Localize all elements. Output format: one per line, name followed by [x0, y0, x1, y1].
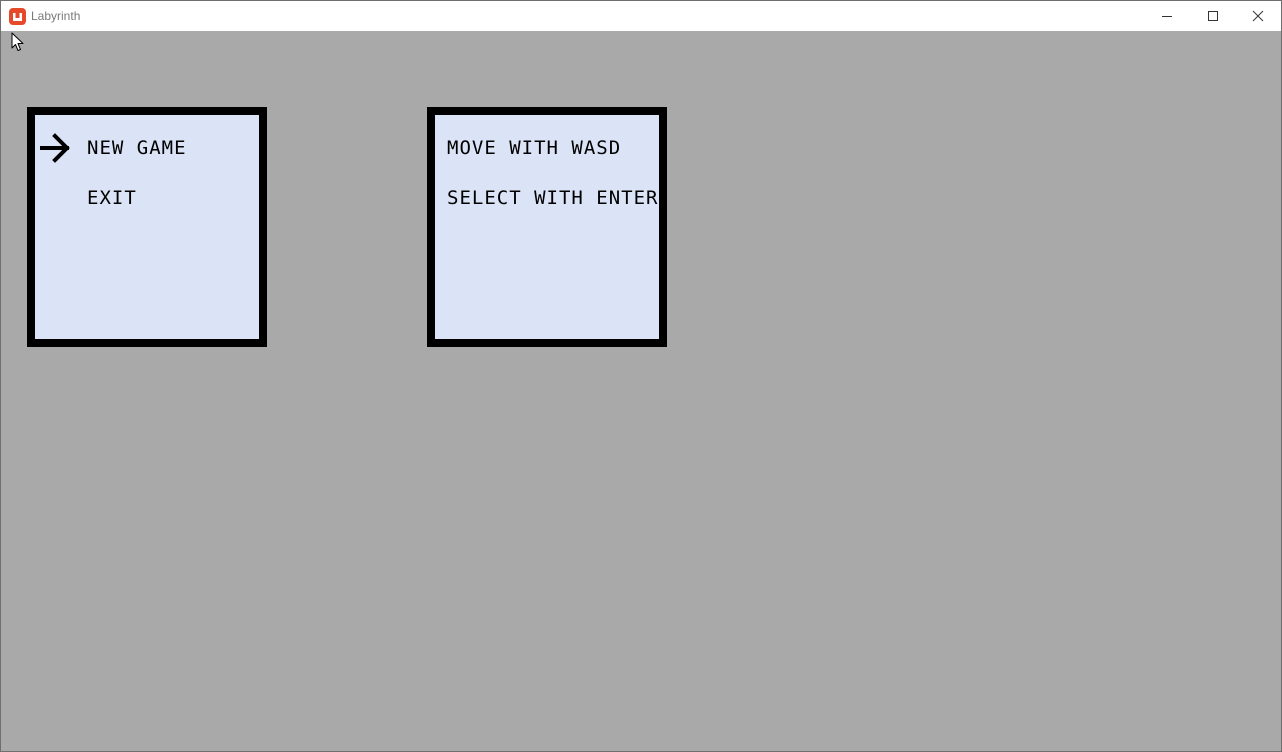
maximize-icon [1208, 11, 1218, 21]
window-title: Labyrinth [31, 9, 81, 23]
game-window: Labyrinth NEW GAME EXIT MOVE WITH WASD S… [0, 0, 1282, 752]
mouse-cursor-icon [11, 32, 24, 51]
monogame-logo-icon [9, 8, 26, 25]
minimize-icon [1162, 16, 1172, 17]
controls-help-panel: MOVE WITH WASD SELECT WITH ENTER [427, 107, 667, 347]
arrow-right-icon [40, 133, 70, 163]
close-button[interactable] [1235, 1, 1281, 31]
help-line-select: SELECT WITH ENTER [447, 187, 659, 209]
title-bar[interactable]: Labyrinth [1, 1, 1281, 31]
maximize-button[interactable] [1190, 1, 1236, 31]
main-menu-panel: NEW GAME EXIT [27, 107, 267, 347]
close-icon [1252, 10, 1264, 22]
help-line-move: MOVE WITH WASD [447, 137, 622, 159]
minimize-button[interactable] [1144, 1, 1190, 31]
game-canvas[interactable]: NEW GAME EXIT MOVE WITH WASD SELECT WITH… [1, 31, 1281, 751]
menu-item-exit[interactable]: EXIT [87, 187, 137, 209]
menu-item-new-game[interactable]: NEW GAME [87, 137, 187, 159]
